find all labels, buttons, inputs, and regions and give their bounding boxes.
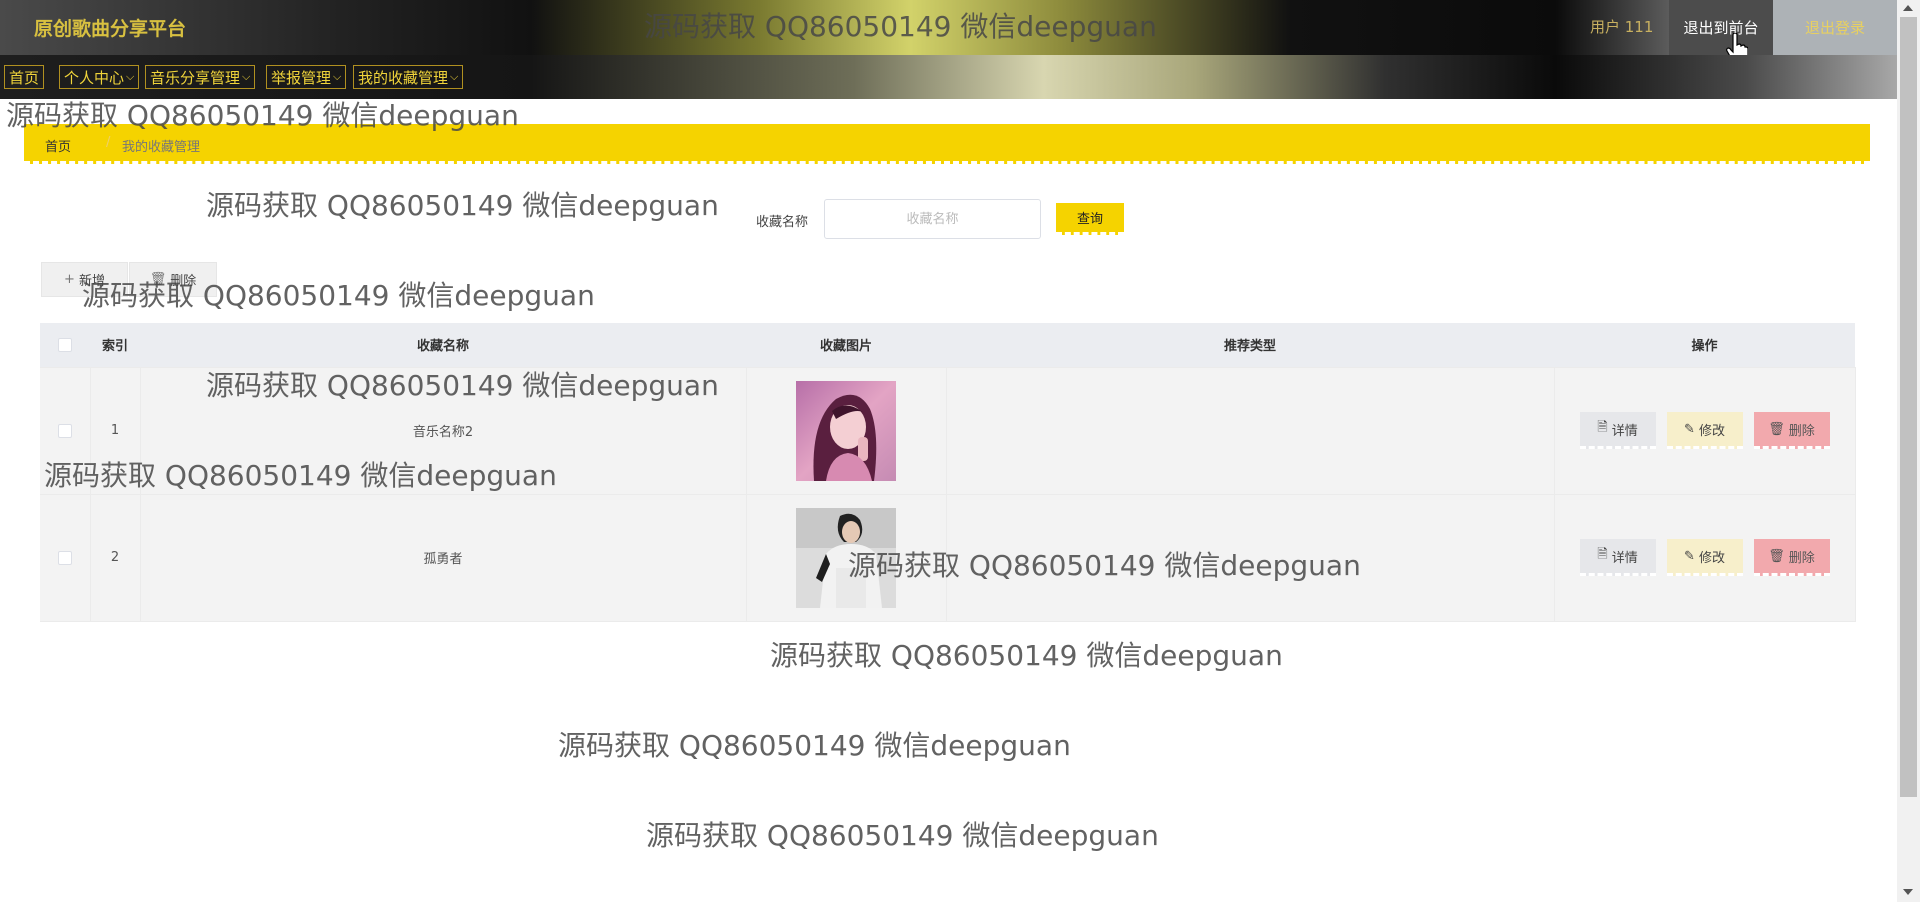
chevron-down-icon: ⌵ [242,70,251,83]
nav-item-label: 我的收藏管理 [358,68,449,87]
batch-delete-button[interactable]: 🗑 删除 [129,262,217,297]
detail-button[interactable]: 🗎 详情 [1579,539,1656,576]
add-button-label: 新增 [78,274,105,289]
column-header: 推荐类型 [946,323,1554,367]
main-nav: 首页 个人中心 ⌵ 音乐分享管理 ⌵ 举报管理 ⌵ 我的收藏管理 ⌵ [0,55,1897,99]
favorites-table: 索引 收藏名称 收藏图片 推荐类型 操作 1 音乐名称2 🗎 详情 ✎ 修改 🗑… [40,323,1856,622]
scrollbar-thumb[interactable] [1900,17,1917,797]
plus-icon: + [64,272,75,287]
top-header: 原创歌曲分享平台 用户 111 退出到前台 退出登录 [0,0,1897,63]
row-image-cell [746,366,947,495]
detail-label: 详情 [1611,550,1638,566]
watermark-text: 源码获取 QQ86050149 微信deepguan [206,189,719,222]
trash-icon: 🗑 [1768,548,1785,564]
breadcrumb-current: 我的收藏管理 [122,140,201,155]
row-name: 音乐名称2 [140,366,747,495]
delete-label: 删除 [1788,550,1815,566]
document-icon: 🗎 [1597,547,1608,562]
column-header: 操作 [1554,323,1855,367]
nav-item-favorites[interactable]: 我的收藏管理 ⌵ [353,65,464,89]
document-icon: 🗎 [1597,420,1608,435]
row-checkbox[interactable] [57,550,72,565]
delete-button[interactable]: 🗑 删除 [1753,412,1830,449]
row-name: 孤勇者 [140,494,747,622]
delete-label: 删除 [1788,423,1815,439]
row-type [946,366,1555,495]
watermark-text: 源码获取 QQ86050149 微信deepguan [646,819,1159,852]
pencil-icon: ✎ [1684,548,1695,564]
chevron-down-icon: ⌵ [333,70,342,83]
breadcrumb-separator: / [106,135,111,150]
row-actions: 🗎 详情 ✎ 修改 🗑 删除 [1554,366,1856,495]
nav-item-label: 举报管理 [271,68,332,87]
search-button[interactable]: 查询 [1056,203,1124,235]
favorite-thumbnail[interactable] [796,507,896,608]
nav-item-home[interactable]: 首页 [4,65,45,89]
row-type [946,494,1555,622]
row-index: 2 [90,494,141,622]
row-index: 1 [90,366,141,495]
row-checkbox[interactable] [57,423,72,438]
logout-button[interactable]: 退出登录 [1773,0,1897,55]
exit-to-front-button[interactable]: 退出到前台 [1669,0,1773,55]
select-all-header [40,323,90,367]
nav-item-label: 音乐分享管理 [150,68,241,87]
watermark-text: 源码获取 QQ86050149 微信deepguan [770,639,1283,672]
column-header: 索引 [90,323,140,367]
delete-button[interactable]: 🗑 删除 [1753,539,1830,576]
nav-item-label: 个人中心 [64,68,125,87]
detail-label: 详情 [1611,423,1638,439]
watermark-text: 源码获取 QQ86050149 微信deepguan [558,729,1071,762]
trash-icon: 🗑 [1768,421,1785,437]
pencil-icon: ✎ [1684,421,1695,437]
user-label: 用户 111 [1590,18,1654,36]
row-select-cell [40,494,91,622]
row-image-cell [746,494,947,622]
chevron-down-icon: ⌵ [126,70,135,83]
nav-item-personal-center[interactable]: 个人中心 ⌵ [59,65,140,89]
breadcrumb: 首页 / 我的收藏管理 [24,124,1870,164]
column-header: 收藏名称 [140,323,746,367]
trash-icon: 🗑 [149,272,167,287]
row-select-cell [40,366,91,495]
scroll-down-arrow-icon[interactable] [1903,889,1913,895]
search-input[interactable] [824,199,1041,239]
row-actions: 🗎 详情 ✎ 修改 🗑 删除 [1554,494,1856,622]
edit-button[interactable]: ✎ 修改 [1666,412,1743,449]
table-row: 1 音乐名称2 🗎 详情 ✎ 修改 🗑 删除 [40,366,1856,495]
nav-item-music-share[interactable]: 音乐分享管理 ⌵ [145,65,256,89]
edit-button[interactable]: ✎ 修改 [1666,539,1743,576]
table-row: 2 孤勇者 🗎 详情 ✎ 修改 🗑 删除 [40,494,1856,622]
add-button[interactable]: + 新增 [41,262,128,297]
edit-label: 修改 [1698,550,1725,566]
table-header-row: 索引 收藏名称 收藏图片 推荐类型 操作 [40,323,1855,367]
select-all-checkbox[interactable] [58,337,72,352]
scroll-up-arrow-icon[interactable] [1903,5,1913,11]
edit-label: 修改 [1698,423,1725,439]
detail-button[interactable]: 🗎 详情 [1579,412,1656,449]
nav-item-label: 首页 [9,68,40,87]
batch-delete-label: 删除 [170,274,197,289]
column-header: 收藏图片 [746,323,946,367]
favorite-thumbnail[interactable] [796,380,896,481]
search-label: 收藏名称 [756,215,809,230]
brand-title: 原创歌曲分享平台 [34,18,187,40]
nav-item-report[interactable]: 举报管理 ⌵ [266,65,347,89]
chevron-down-icon: ⌵ [450,70,459,83]
breadcrumb-home[interactable]: 首页 [45,136,71,155]
